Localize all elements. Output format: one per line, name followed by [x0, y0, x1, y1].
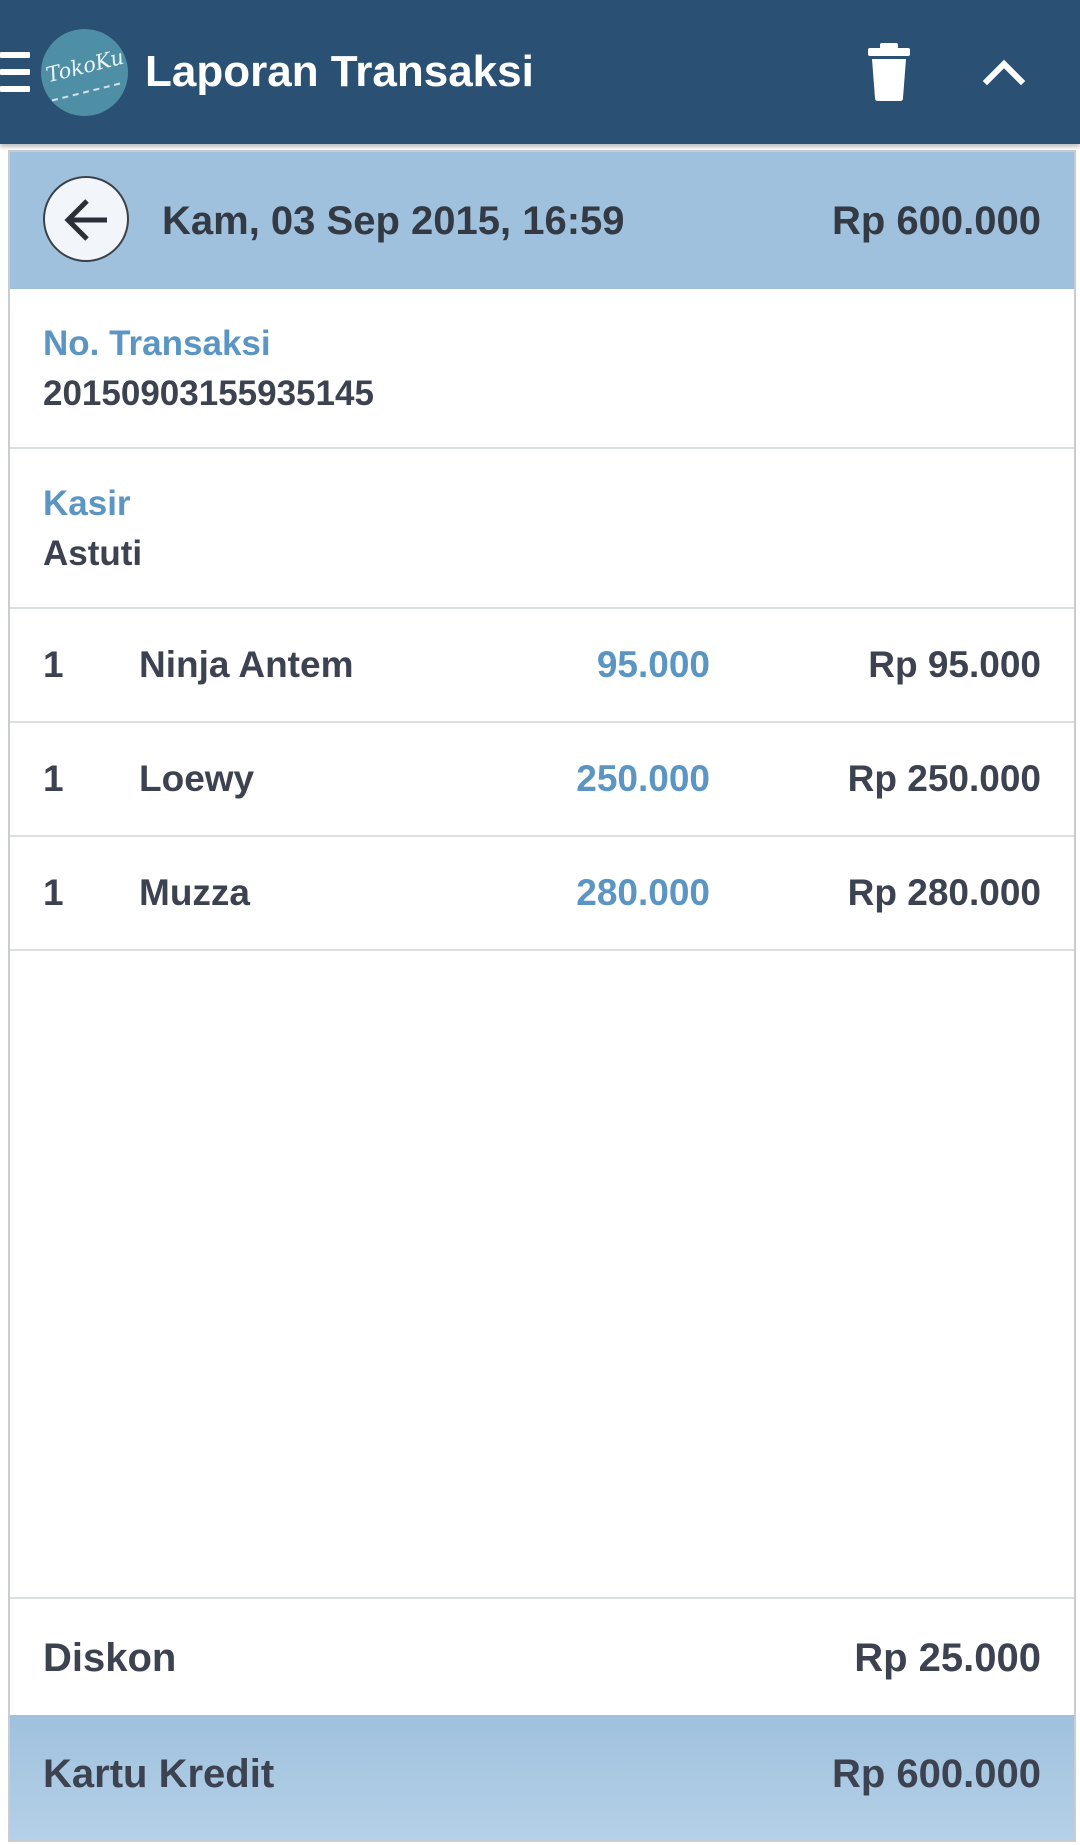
- logo-underline: [51, 82, 121, 102]
- transaction-number-value: 20150903155935145: [43, 374, 374, 413]
- item-name: Muzza: [139, 872, 250, 913]
- item-unit-price: 95.000: [596, 644, 710, 685]
- item-subtotal: Rp 250.000: [847, 758, 1041, 799]
- menu-icon[interactable]: [0, 50, 30, 94]
- item-quantity: 1: [43, 758, 64, 799]
- item-unit-price: 250.000: [576, 758, 710, 799]
- trash-icon[interactable]: [866, 43, 912, 101]
- discount-label: Diskon: [43, 1636, 177, 1680]
- transaction-total: Rp 600.000: [831, 199, 1041, 243]
- cashier-value: Astuti: [43, 534, 143, 573]
- transaction-summary-bar: Kam, 03 Sep 2015, 16:59 Rp 600.000: [10, 152, 1074, 289]
- app-logo[interactable]: TokoKu: [41, 29, 128, 116]
- payment-method-label: Kartu Kredit: [43, 1752, 275, 1796]
- back-button[interactable]: [43, 176, 129, 262]
- item-subtotal: Rp 280.000: [847, 872, 1041, 913]
- app-bar: TokoKu Laporan Transaksi: [0, 0, 1080, 144]
- list-item[interactable]: 1 Muzza 280.000 Rp 280.000: [10, 837, 1074, 951]
- list-item[interactable]: 1 Ninja Antem 95.000 Rp 95.000: [10, 609, 1074, 723]
- page-title: Laporan Transaksi: [145, 47, 534, 96]
- payment-row: Kartu Kredit Rp 600.000: [10, 1715, 1074, 1840]
- item-name: Loewy: [139, 758, 255, 799]
- payment-amount: Rp 600.000: [831, 1752, 1041, 1796]
- arrow-left-icon: [64, 199, 107, 241]
- list-item[interactable]: 1 Loewy 250.000 Rp 250.000: [10, 723, 1074, 837]
- transaction-datetime: Kam, 03 Sep 2015, 16:59: [162, 199, 625, 243]
- transaction-number-block: No. Transaksi 20150903155935145: [10, 289, 1074, 449]
- discount-row: Diskon Rp 25.000: [10, 1597, 1074, 1715]
- discount-value: Rp 25.000: [854, 1636, 1041, 1680]
- cashier-block: Kasir Astuti: [10, 449, 1074, 609]
- item-quantity: 1: [43, 644, 64, 685]
- item-name: Ninja Antem: [139, 644, 354, 685]
- logo-text: TokoKu: [43, 44, 127, 88]
- item-subtotal: Rp 95.000: [868, 644, 1041, 685]
- chevron-up-icon[interactable]: [982, 52, 1026, 88]
- item-unit-price: 280.000: [576, 872, 710, 913]
- transaction-number-label: No. Transaksi: [43, 324, 271, 363]
- item-quantity: 1: [43, 872, 64, 913]
- transaction-detail-panel: Kam, 03 Sep 2015, 16:59 Rp 600.000 No. T…: [8, 150, 1076, 1842]
- cashier-label: Kasir: [43, 484, 131, 523]
